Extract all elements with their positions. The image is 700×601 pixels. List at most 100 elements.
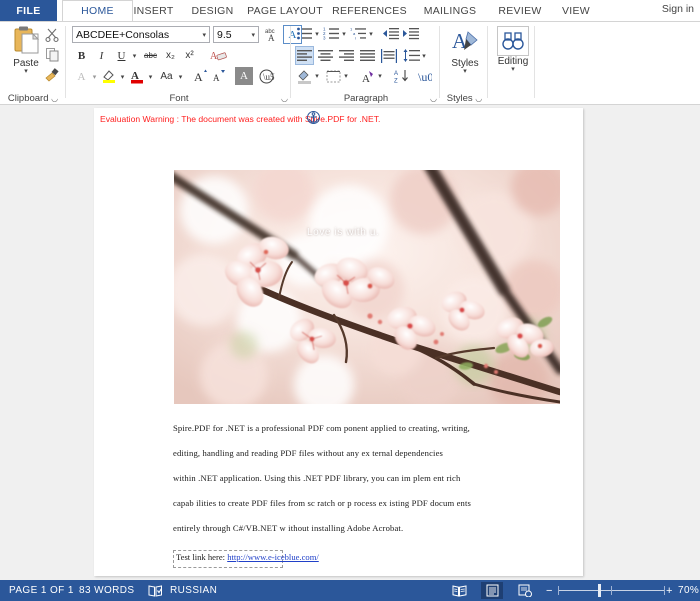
multilevel-list-button[interactable]: 1 a i bbox=[350, 25, 367, 42]
page-indicator[interactable]: PAGE 1 OF 1 bbox=[9, 580, 74, 601]
find-binoculars-icon bbox=[492, 26, 534, 56]
sign-in-link[interactable]: Sign in bbox=[662, 3, 694, 15]
document-page[interactable]: Evaluation Warning : The document was cr… bbox=[94, 108, 583, 576]
superscript-button[interactable]: x² bbox=[181, 47, 198, 64]
proofing-errors-icon[interactable] bbox=[146, 580, 164, 601]
format-painter-icon[interactable] bbox=[44, 66, 61, 83]
numbering-caret-icon[interactable]: ▾ bbox=[340, 25, 348, 42]
increase-indent-button[interactable] bbox=[402, 25, 420, 42]
text-effects-button[interactable]: A bbox=[73, 68, 90, 85]
web-layout-button[interactable] bbox=[514, 582, 536, 599]
zoom-in-button[interactable]: + bbox=[666, 580, 672, 601]
body-line: capab ilities to create PDF files from s… bbox=[173, 498, 472, 508]
paragraph-dialog-launcher[interactable]: ◡ bbox=[430, 94, 437, 103]
cherry-blossom-image[interactable]: Love is with u. bbox=[174, 170, 560, 404]
read-mode-button[interactable] bbox=[448, 582, 470, 599]
align-left-button[interactable] bbox=[295, 46, 314, 65]
shading-caret-icon[interactable]: ▾ bbox=[313, 67, 321, 85]
shading-button[interactable] bbox=[295, 67, 313, 85]
align-center-button[interactable] bbox=[316, 46, 335, 65]
document-canvas[interactable]: Evaluation Warning : The document was cr… bbox=[0, 105, 700, 580]
clear-formatting-button[interactable]: A bbox=[209, 47, 228, 64]
language-indicator[interactable]: RUSSIAN bbox=[170, 580, 217, 601]
underline-button[interactable]: U bbox=[113, 47, 130, 64]
editing-button[interactable]: Editing ▾ bbox=[492, 26, 534, 73]
asian-layout-button[interactable]: A bbox=[358, 67, 376, 85]
editing-dropdown-caret[interactable]: ▾ bbox=[492, 66, 534, 73]
character-border-button[interactable]: \u5b57 bbox=[257, 67, 275, 85]
zoom-out-button[interactable]: − bbox=[546, 580, 552, 601]
word-application-window: FILE HOME INSERT DESIGN PAGE LAYOUT REFE… bbox=[0, 0, 700, 601]
ribbon-group-label-styles: Styles ◡ bbox=[441, 93, 488, 104]
font-name-caret-icon[interactable]: ▾ bbox=[202, 31, 206, 39]
italic-button[interactable]: I bbox=[93, 47, 110, 64]
bullets-caret-icon[interactable]: ▾ bbox=[313, 25, 321, 42]
styles-button[interactable]: A Styles ▾ bbox=[445, 26, 485, 75]
font-name-combobox[interactable]: ABCDEE+Consolas ▾ bbox=[72, 26, 210, 43]
image-overlay-text: Love is with u. bbox=[307, 227, 380, 238]
svg-text:\u5b57: \u5b57 bbox=[263, 72, 275, 82]
evaluation-warning-text: Evaluation Warning : The document was cr… bbox=[100, 114, 381, 124]
font-size-caret-icon[interactable]: ▾ bbox=[251, 31, 255, 39]
underline-caret-icon[interactable]: ▾ bbox=[130, 47, 139, 64]
copy-icon[interactable] bbox=[44, 46, 61, 63]
decrease-indent-button[interactable] bbox=[382, 25, 400, 42]
line-spacing-button[interactable] bbox=[403, 46, 420, 65]
svg-text:i: i bbox=[355, 36, 356, 41]
hyperlink[interactable]: http://www.e-iceblue.com/ bbox=[227, 552, 319, 562]
font-size-combobox[interactable]: 9.5 ▾ bbox=[213, 26, 259, 43]
character-shading-button[interactable]: A bbox=[235, 67, 253, 85]
tab-view[interactable]: VIEW bbox=[544, 0, 608, 21]
ribbon-group-styles: A Styles ▾ Styles ◡ bbox=[441, 22, 488, 105]
justify-button[interactable] bbox=[358, 46, 377, 65]
body-line: editing, handling and reading PDF files … bbox=[173, 448, 444, 458]
phonetic-guide-button[interactable]: abc A bbox=[262, 25, 281, 44]
strikethrough-button[interactable]: abc bbox=[141, 47, 160, 64]
print-layout-button[interactable] bbox=[481, 582, 503, 599]
cut-icon[interactable] bbox=[44, 26, 61, 43]
align-right-button[interactable] bbox=[337, 46, 356, 65]
svg-text:A: A bbox=[268, 33, 275, 43]
ribbon-group-label-paragraph: Paragraph bbox=[292, 93, 440, 104]
borders-caret-icon[interactable]: ▾ bbox=[342, 67, 350, 85]
ribbon-group-paragraph: ▾ 1 2 3 ▾ 1 a i ▾ ▾ ▾ ▾ A ▾ A Z \u0 Para… bbox=[292, 22, 440, 105]
body-line: entirely through C#/VB.NET w ithout inst… bbox=[173, 523, 404, 533]
borders-button[interactable] bbox=[324, 67, 342, 85]
text-highlight-color-button[interactable] bbox=[101, 68, 118, 85]
line-spacing-caret-icon[interactable]: ▾ bbox=[420, 46, 428, 65]
paste-button[interactable]: Paste ▾ bbox=[6, 25, 46, 85]
asian-layout-caret-icon[interactable]: ▾ bbox=[376, 67, 384, 85]
highlight-caret-icon[interactable]: ▾ bbox=[118, 68, 127, 85]
subscript-button[interactable]: x₂ bbox=[162, 47, 179, 64]
shrink-font-button[interactable]: A bbox=[211, 68, 228, 85]
change-case-button[interactable]: Aa bbox=[157, 68, 176, 85]
styles-dropdown-caret[interactable]: ▾ bbox=[445, 68, 485, 75]
text-effects-caret-icon[interactable]: ▾ bbox=[90, 68, 99, 85]
paste-icon bbox=[9, 25, 43, 57]
font-color-caret-icon[interactable]: ▾ bbox=[146, 68, 155, 85]
bold-button[interactable]: B bbox=[73, 47, 90, 64]
document-body-text[interactable]: Spire.PDF for .NET is a professional PDF… bbox=[173, 416, 573, 541]
link-line: Test link here: http://www.e-iceblue.com… bbox=[176, 552, 319, 562]
font-color-button[interactable]: A bbox=[129, 68, 146, 85]
paste-dropdown-caret[interactable]: ▾ bbox=[6, 68, 46, 75]
styles-dialog-launcher[interactable]: ◡ bbox=[475, 94, 482, 103]
ribbon-group-editing: Editing ▾ bbox=[489, 22, 535, 105]
tab-file[interactable]: FILE bbox=[0, 0, 57, 21]
svg-text:A: A bbox=[394, 71, 398, 77]
sort-button[interactable]: A Z bbox=[392, 67, 410, 85]
change-case-caret-icon[interactable]: ▾ bbox=[176, 68, 185, 85]
distributed-button[interactable] bbox=[379, 46, 398, 65]
zoom-level[interactable]: 70% bbox=[678, 580, 699, 601]
numbering-button[interactable]: 1 2 3 bbox=[323, 25, 340, 42]
word-count[interactable]: 83 WORDS bbox=[79, 580, 134, 601]
clipboard-dialog-launcher[interactable]: ◡ bbox=[51, 94, 58, 103]
ribbon: Paste ▾ Clipboard ◡ ABCDEE+Consolas ▾ 9.… bbox=[0, 21, 700, 105]
bullets-button[interactable] bbox=[296, 25, 313, 42]
multilevel-caret-icon[interactable]: ▾ bbox=[367, 25, 375, 42]
font-dialog-launcher[interactable]: ◡ bbox=[281, 94, 288, 103]
status-bar: PAGE 1 OF 1 83 WORDS RUSSIAN − + 70% bbox=[0, 580, 700, 601]
show-formatting-marks-button[interactable]: \u00b6 bbox=[414, 67, 432, 85]
grow-font-button[interactable]: A bbox=[193, 68, 210, 85]
zoom-slider-thumb[interactable] bbox=[598, 584, 601, 597]
